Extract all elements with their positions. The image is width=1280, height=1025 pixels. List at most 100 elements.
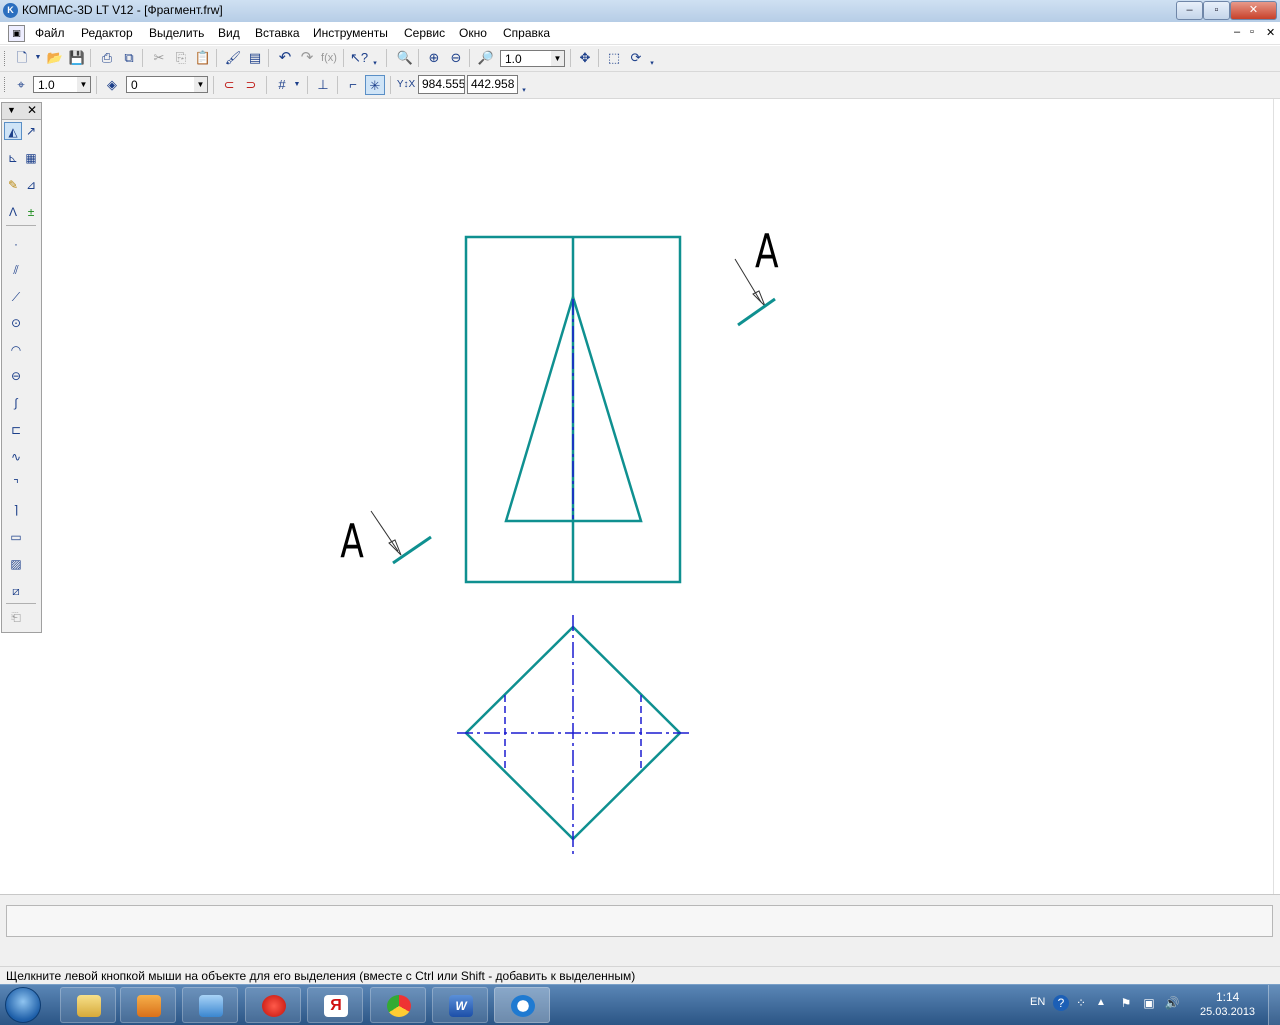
auxiliary-line-icon[interactable]: ⫽ — [7, 261, 25, 279]
redo-icon[interactable]: ↷ — [297, 48, 317, 68]
fillet-tool-icon[interactable]: ⌝ — [7, 475, 25, 493]
taskbar-app-yandex[interactable]: Я — [307, 987, 363, 1023]
arc-tool-icon[interactable]: ◠ — [7, 341, 25, 359]
geometry-tab-icon[interactable]: ◭ — [4, 122, 22, 140]
circle-tool-icon[interactable]: ⊙ — [7, 314, 25, 332]
context-help-icon[interactable]: ↖? — [349, 48, 369, 68]
menu-service[interactable]: Сервис — [404, 26, 445, 40]
layer-icon[interactable]: ◈ — [102, 75, 122, 95]
local-coord-icon[interactable]: ⊥ — [313, 75, 333, 95]
taskbar-app-opera[interactable] — [245, 987, 301, 1023]
layer-dropdown-icon[interactable]: ▼ — [194, 76, 208, 93]
clock-date[interactable]: 25.03.2013 — [1200, 1006, 1255, 1018]
format-painter-icon[interactable]: 🖌 — [223, 48, 243, 68]
toolbar-overflow-icon[interactable]: ▾ — [371, 54, 379, 74]
save-icon[interactable]: 💾 — [67, 48, 87, 68]
menu-view[interactable]: Вид — [218, 26, 240, 40]
start-button[interactable] — [5, 987, 41, 1023]
undo-icon[interactable]: ↶ — [275, 48, 295, 68]
cursor-step-dropdown-icon[interactable]: ▼ — [77, 76, 91, 93]
taskbar-app-kompas[interactable] — [494, 987, 550, 1023]
toolbar-grip[interactable] — [4, 77, 8, 92]
taskbar-app-word[interactable]: W — [432, 987, 488, 1023]
zoom-window-icon[interactable]: 🔍 — [395, 48, 415, 68]
taskbar-app-media-player[interactable] — [120, 987, 176, 1023]
vertical-scrollbar[interactable] — [1273, 99, 1280, 894]
properties-icon[interactable]: ▤ — [245, 48, 265, 68]
segment-tool-icon[interactable]: ⟋ — [7, 288, 25, 306]
preview-icon[interactable]: ⧉ — [119, 48, 139, 68]
local-snap-icon[interactable]: ⊃ — [241, 75, 261, 95]
volume-tray-icon[interactable]: 🔊 — [1164, 995, 1180, 1011]
ellipse-tool-icon[interactable]: ⊖ — [7, 367, 25, 385]
language-indicator[interactable]: EN — [1030, 996, 1045, 1008]
zoom-scale-icon[interactable]: 🔎 — [476, 48, 496, 68]
keyboard-tray-icon[interactable]: ⁘ — [1073, 995, 1089, 1011]
menu-editor[interactable]: Редактор — [81, 26, 133, 40]
pan-icon[interactable]: ✥ — [575, 48, 595, 68]
taskbar-app-explorer[interactable] — [60, 987, 116, 1023]
measure-tab-icon[interactable]: ⊿ — [22, 176, 40, 194]
mdi-minimize-button[interactable]: – — [1234, 26, 1240, 38]
select-tab-icon[interactable]: Λ — [4, 203, 22, 221]
snap-magnet-icon[interactable]: ⊂ — [219, 75, 239, 95]
chamfer-tool-icon[interactable]: ⌉ — [7, 501, 25, 519]
grid-dropdown-icon[interactable]: ▼ — [292, 75, 302, 95]
coord-x-field[interactable]: 984.555 — [418, 75, 465, 94]
open-folder-icon[interactable]: 📂 — [45, 48, 65, 68]
coord-y-field[interactable]: 442.958 — [467, 75, 518, 94]
hatch-tool-icon[interactable]: ▨ — [7, 555, 25, 573]
cut-icon[interactable]: ✂ — [149, 48, 169, 68]
taskbar-app-mail[interactable] — [182, 987, 238, 1023]
clock-time[interactable]: 1:14 — [1216, 990, 1239, 1004]
equidistant-tool-icon[interactable]: ⧄ — [7, 582, 25, 600]
spec-tab-icon[interactable]: ± — [22, 203, 40, 221]
layer-combo[interactable]: 0 — [126, 76, 196, 93]
drawing-canvas[interactable]: A A — [44, 99, 1273, 894]
point-tool-icon[interactable]: · — [7, 235, 25, 253]
zoom-scale-dropdown-icon[interactable]: ▼ — [551, 50, 565, 67]
toolbar-overflow-icon[interactable]: ▾ — [520, 81, 528, 101]
polyline-tool-icon[interactable]: ⊏ — [7, 421, 25, 439]
menu-help[interactable]: Справка — [503, 26, 550, 40]
refresh-icon[interactable]: ⟳ — [626, 48, 646, 68]
spline-tool-icon[interactable]: ∫ — [7, 394, 25, 412]
zoom-scale-combo[interactable]: 1.0 — [500, 50, 552, 67]
rectangle-tool-icon[interactable]: ▭ — [7, 528, 25, 546]
properties-field[interactable] — [6, 905, 1273, 937]
new-file-icon[interactable]: 🗋 — [12, 48, 32, 68]
bezier-tool-icon[interactable]: ∿ — [7, 448, 25, 466]
parametrization-tab-icon[interactable]: ✎ — [4, 176, 22, 194]
document-icon[interactable]: ▣ — [8, 25, 25, 42]
menu-select[interactable]: Выделить — [149, 26, 204, 40]
paste-icon[interactable]: 📋 — [193, 48, 213, 68]
help-tray-icon[interactable]: ? — [1053, 995, 1069, 1011]
taskbar-app-chrome[interactable] — [370, 987, 426, 1023]
maximize-button[interactable]: ▫ — [1203, 1, 1230, 20]
cursor-step-icon[interactable]: ⌖ — [11, 75, 31, 95]
section-stroke-top[interactable] — [737, 297, 776, 327]
cursor-step-combo[interactable]: 1.0 — [33, 76, 78, 93]
panel-menu-icon[interactable]: ▼ — [7, 105, 16, 115]
drawing-svg[interactable]: A A — [44, 99, 1273, 894]
menu-file[interactable]: Файл — [35, 26, 65, 40]
edit-tab-icon[interactable]: ▦ — [22, 149, 40, 167]
zoom-out-icon[interactable]: ⊖ — [446, 48, 466, 68]
menu-insert[interactable]: Вставка — [255, 26, 300, 40]
show-desktop-button[interactable] — [1268, 985, 1280, 1025]
grid-icon[interactable]: # — [272, 75, 292, 95]
minimize-button[interactable]: – — [1176, 1, 1203, 20]
toolbar-overflow-icon[interactable]: ▾ — [648, 54, 656, 74]
mdi-restore-button[interactable]: ▫ — [1250, 26, 1254, 38]
zoom-in-icon[interactable]: ⊕ — [424, 48, 444, 68]
menu-tools[interactable]: Инструменты — [313, 26, 388, 40]
show-all-icon[interactable]: ⬚ — [604, 48, 624, 68]
new-dropdown-icon[interactable]: ▼ — [33, 48, 43, 68]
app-icon[interactable]: K — [3, 3, 18, 18]
collect-contour-icon[interactable]: ⎗ — [7, 608, 25, 626]
function-icon[interactable]: f(x) — [319, 48, 339, 68]
action-center-flag-icon[interactable]: ⚑ — [1118, 995, 1134, 1011]
panel-close-icon[interactable]: ✕ — [27, 103, 37, 117]
ortho-mode-icon[interactable]: ⌐ — [343, 75, 363, 95]
print-preview-icon[interactable]: ⎙ — [97, 48, 117, 68]
